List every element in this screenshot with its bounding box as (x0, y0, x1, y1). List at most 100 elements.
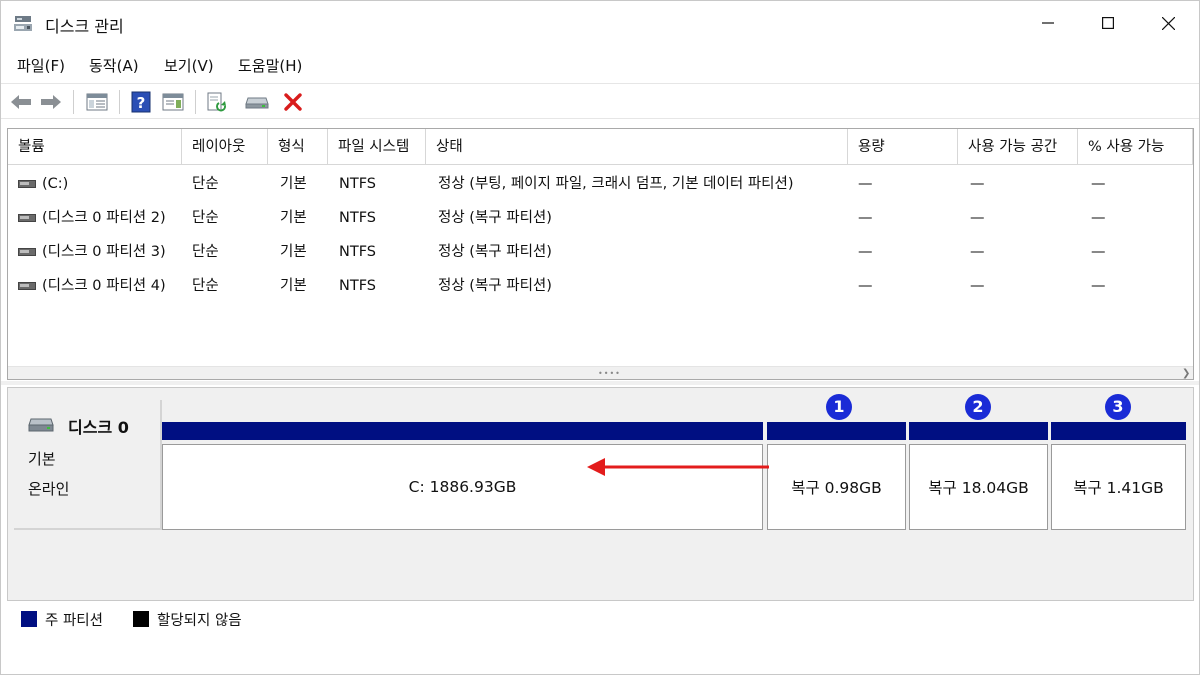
disk-status: 온라인 (28, 480, 70, 498)
help-icon: ? (131, 91, 151, 113)
menu-file[interactable]: 파일(F) (17, 55, 65, 76)
cell-capacity: — (858, 278, 873, 294)
cell-capacity: — (858, 176, 873, 192)
close-button[interactable] (1139, 1, 1197, 45)
table-row[interactable]: (디스크 0 파티션 3) 단순 기본 NTFS 정상 (복구 파티션) — —… (8, 235, 1193, 269)
cell-capacity: — (858, 210, 873, 226)
show-hide-action-pane-button[interactable] (161, 90, 185, 114)
cell-percent-free: — (1091, 244, 1106, 260)
partition-recovery-3[interactable]: 복구 1.41GB (1051, 422, 1186, 530)
cell-file-system: NTFS (339, 278, 376, 294)
cell-volume: (C:) (42, 176, 69, 192)
volume-drive-icon (18, 180, 36, 188)
toolbar: ? (1, 83, 1199, 119)
cell-free-space: — (970, 210, 985, 226)
column-header-free-space[interactable]: 사용 가능 공간 (958, 129, 1078, 165)
column-header-file-system[interactable]: 파일 시스템 (328, 129, 426, 165)
menu-view[interactable]: 보기(V) (164, 55, 214, 76)
disk-management-window: 디스크 관리 파일(F) 동작(A) 보기(V) 도움말(H) ? 볼륨 레이아… (0, 0, 1200, 675)
toolbar-separator (195, 90, 196, 114)
cell-layout: 단순 (192, 176, 219, 192)
cell-volume: (디스크 0 파티션 4) (42, 278, 166, 294)
back-arrow-icon (11, 95, 31, 109)
column-header-layout[interactable]: 레이아웃 (182, 129, 268, 165)
cell-percent-free: — (1091, 176, 1106, 192)
cell-free-space: — (970, 176, 985, 192)
window-title: 디스크 관리 (45, 17, 124, 36)
menu-action[interactable]: 동작(A) (89, 55, 139, 76)
cell-status: 정상 (복구 파티션) (438, 210, 552, 226)
table-row[interactable]: (C:) 단순 기본 NTFS 정상 (부팅, 페이지 파일, 크래시 덤프, … (8, 167, 1193, 201)
refresh-button[interactable] (205, 90, 229, 114)
disk-properties-button[interactable] (245, 90, 269, 114)
forward-arrow-icon (41, 95, 61, 109)
red-arrow-annotation-icon (587, 458, 769, 476)
disk-drive-icon (28, 418, 54, 432)
callout-badge-2: 2 (965, 394, 991, 420)
cell-type: 기본 (280, 176, 307, 192)
partition-label: 복구 1.41GB (1051, 444, 1186, 530)
disk-name: 디스크 0 (68, 418, 129, 437)
menu-bar: 파일(F) 동작(A) 보기(V) 도움말(H) (1, 47, 1199, 81)
cell-capacity: — (858, 244, 873, 260)
column-header-status[interactable]: 상태 (426, 129, 848, 165)
column-header-type[interactable]: 형식 (268, 129, 328, 165)
disk-info-block[interactable]: 디스크 0 기본 온라인 (14, 400, 162, 530)
close-icon (1161, 16, 1175, 30)
legend: 주 파티션 할당되지 않음 (7, 603, 1194, 635)
table-row[interactable]: (디스크 0 파티션 4) 단순 기본 NTFS 정상 (복구 파티션) — —… (8, 269, 1193, 303)
legend-label-unallocated: 할당되지 않음 (157, 613, 242, 629)
scroll-grip-icon: •••• (598, 369, 621, 378)
cell-status: 정상 (부팅, 페이지 파일, 크래시 덤프, 기본 데이터 파티션) (438, 176, 794, 192)
action-pane-icon (162, 93, 184, 111)
partition-type-bar (1051, 422, 1186, 440)
cell-layout: 단순 (192, 210, 219, 226)
show-hide-console-tree-button[interactable] (85, 90, 109, 114)
partition-label: 복구 18.04GB (909, 444, 1048, 530)
cell-file-system: NTFS (339, 244, 376, 260)
scroll-right-arrow-icon[interactable]: ❯ (1182, 368, 1190, 379)
cell-free-space: — (970, 244, 985, 260)
title-bar: 디스크 관리 (1, 1, 1199, 45)
forward-button[interactable] (39, 90, 63, 114)
delete-button[interactable] (281, 90, 305, 114)
menu-help[interactable]: 도움말(H) (238, 55, 302, 76)
legend-label-primary: 주 파티션 (45, 613, 103, 629)
column-header-capacity[interactable]: 용량 (848, 129, 958, 165)
partition-type-bar (162, 422, 763, 440)
volume-drive-icon (18, 248, 36, 256)
help-button[interactable]: ? (129, 90, 153, 114)
volume-drive-icon (18, 282, 36, 290)
cell-percent-free: — (1091, 278, 1106, 294)
cell-type: 기본 (280, 278, 307, 294)
cell-volume: (디스크 0 파티션 2) (42, 210, 166, 226)
pane-splitter[interactable] (1, 381, 1199, 385)
minimize-button[interactable] (1019, 1, 1077, 45)
column-header-percent-free[interactable]: % 사용 가능 (1078, 129, 1193, 165)
minimize-icon (1042, 22, 1054, 24)
volume-list: 볼륨 레이아웃 형식 파일 시스템 상태 용량 사용 가능 공간 % 사용 가능… (7, 128, 1194, 380)
partition-type-bar (909, 422, 1048, 440)
maximize-button[interactable] (1079, 1, 1137, 45)
refresh-icon (207, 92, 226, 112)
table-row[interactable]: (디스크 0 파티션 2) 단순 기본 NTFS 정상 (복구 파티션) — —… (8, 201, 1193, 235)
volume-drive-icon (18, 214, 36, 222)
cell-type: 기본 (280, 210, 307, 226)
partition-recovery-1[interactable]: 복구 0.98GB (767, 422, 906, 530)
back-button[interactable] (9, 90, 33, 114)
cell-type: 기본 (280, 244, 307, 260)
callout-badge-3: 3 (1105, 394, 1131, 420)
toolbar-separator (73, 90, 74, 114)
cell-volume: (디스크 0 파티션 3) (42, 244, 166, 260)
disk-type: 기본 (28, 450, 56, 468)
partition-recovery-2[interactable]: 복구 18.04GB (909, 422, 1048, 530)
cell-file-system: NTFS (339, 210, 376, 226)
legend-swatch-primary (21, 611, 37, 627)
horizontal-scrollbar[interactable]: •••• ❯ (8, 366, 1193, 379)
cell-free-space: — (970, 278, 985, 294)
cell-layout: 단순 (192, 278, 219, 294)
column-header-volume[interactable]: 볼륨 (8, 129, 182, 165)
cell-file-system: NTFS (339, 176, 376, 192)
callout-badge-1: 1 (826, 394, 852, 420)
cell-layout: 단순 (192, 244, 219, 260)
